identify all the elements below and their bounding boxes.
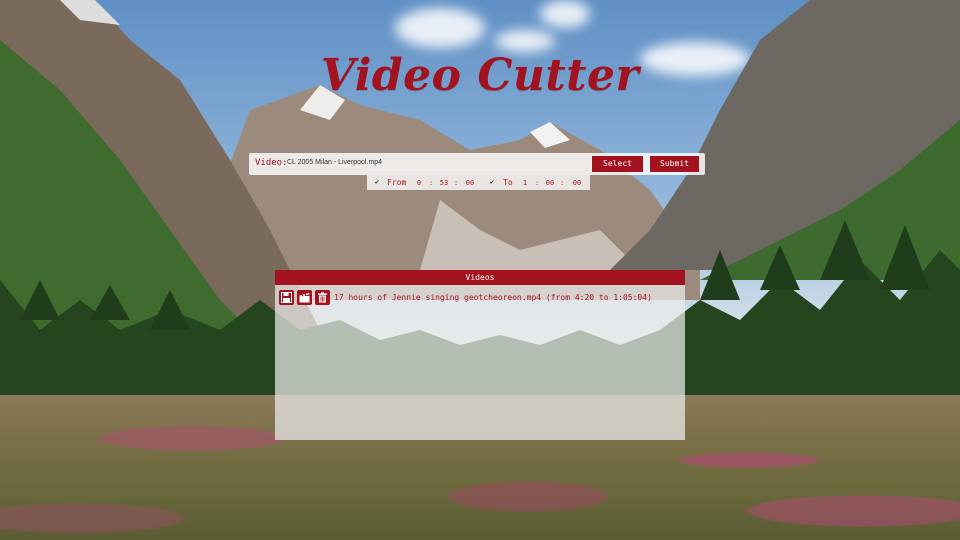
- videos-panel: Videos 17 hours of Jennie singing geotch…: [275, 270, 685, 440]
- time-separator: :: [429, 179, 434, 187]
- to-hours-input[interactable]: 1: [519, 179, 531, 187]
- from-checkbox[interactable]: ✔: [373, 178, 381, 186]
- from-hours-input[interactable]: 0: [413, 179, 425, 187]
- from-minutes-input[interactable]: 53: [438, 179, 450, 187]
- video-path-field[interactable]: CL 2005 Milan - Liverpool.mp4: [287, 159, 382, 166]
- video-label: Video:: [255, 158, 288, 168]
- page-title: Video Cutter: [320, 50, 640, 101]
- time-separator: :: [535, 179, 540, 187]
- time-separator: :: [560, 179, 565, 187]
- videos-header: Videos: [275, 270, 685, 285]
- time-separator: :: [454, 179, 459, 187]
- submit-button[interactable]: Submit: [650, 156, 699, 172]
- clapperboard-icon[interactable]: [297, 289, 312, 305]
- select-button[interactable]: Select: [592, 156, 643, 172]
- video-item-label: 17 hours of Jennie singing geotcheoreon.…: [334, 292, 652, 302]
- save-icon[interactable]: [279, 289, 294, 305]
- list-item: 17 hours of Jennie singing geotcheoreon.…: [279, 289, 652, 305]
- video-form: Video: CL 2005 Milan - Liverpool.mp4 Sel…: [249, 153, 705, 175]
- time-range: ✔ From 0 : 53 : 00 ✔ To 1 : 00 : 00: [367, 175, 590, 190]
- to-minutes-input[interactable]: 00: [544, 179, 556, 187]
- to-seconds-input[interactable]: 00: [571, 179, 583, 187]
- trash-icon[interactable]: [315, 289, 330, 305]
- to-label: To: [503, 178, 513, 187]
- to-checkbox[interactable]: ✔: [488, 178, 496, 186]
- from-seconds-input[interactable]: 00: [464, 179, 476, 187]
- from-label: From: [387, 178, 407, 187]
